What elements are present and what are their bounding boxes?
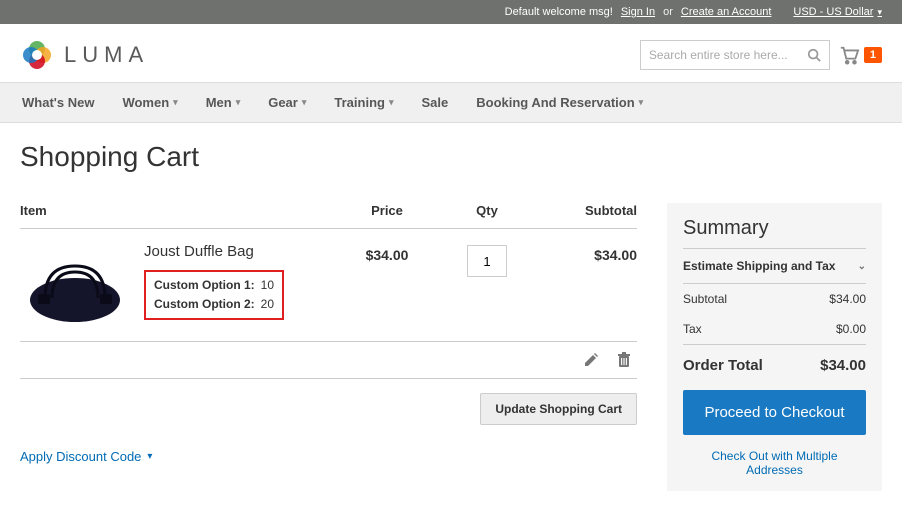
logo-icon	[20, 38, 54, 72]
trash-icon[interactable]	[617, 352, 631, 368]
option-label: Custom Option 1:	[154, 276, 255, 295]
search-input[interactable]	[649, 48, 807, 62]
order-total-value: $34.00	[820, 357, 866, 374]
item-price: $34.00	[337, 243, 437, 333]
col-price-header: Price	[337, 203, 437, 218]
chevron-down-icon: ▾	[389, 97, 394, 108]
chevron-down-icon: ⌄	[858, 261, 866, 272]
welcome-msg: Default welcome msg!	[505, 6, 613, 18]
signin-link[interactable]: Sign In	[621, 6, 655, 18]
page-title: Shopping Cart	[20, 141, 882, 173]
logo[interactable]: LUMA	[20, 38, 149, 72]
cart-item-row: Joust Duffle Bag Custom Option 1: 10 Cus…	[20, 229, 637, 342]
minicart[interactable]: 1	[838, 45, 882, 65]
nav-booking[interactable]: Booking And Reservation▾	[462, 83, 657, 122]
option-value: 10	[261, 276, 274, 295]
cart-count-badge: 1	[864, 47, 882, 63]
col-item-header: Item	[20, 203, 337, 218]
col-qty-header: Qty	[437, 203, 537, 218]
nav-sale[interactable]: Sale	[407, 83, 462, 122]
currency-switcher[interactable]: USD - US Dollar ▾	[793, 6, 882, 18]
estimate-shipping-toggle[interactable]: Estimate Shipping and Tax ⌄	[683, 248, 866, 284]
cart-header-row: Item Price Qty Subtotal	[20, 203, 637, 229]
col-subtotal-header: Subtotal	[537, 203, 637, 218]
or-text: or	[663, 6, 673, 18]
subtotal-label: Subtotal	[683, 292, 727, 306]
nav-men[interactable]: Men▾	[192, 83, 255, 122]
summary-panel: Summary Estimate Shipping and Tax ⌄ Subt…	[667, 203, 882, 491]
chevron-down-icon: ▾	[173, 97, 178, 108]
chevron-down-icon: ▾	[302, 97, 307, 108]
cart-icon	[838, 45, 860, 65]
custom-options-box: Custom Option 1: 10 Custom Option 2: 20	[144, 270, 284, 320]
summary-title: Summary	[683, 217, 866, 240]
chevron-down-icon: ▾	[877, 7, 882, 18]
logo-text: LUMA	[64, 42, 149, 68]
multi-address-link[interactable]: Check Out with Multiple Addresses	[683, 449, 866, 477]
nav-whats-new[interactable]: What's New	[8, 83, 108, 122]
chevron-down-icon: ▾	[639, 97, 644, 108]
search-icon[interactable]	[807, 48, 821, 62]
nav-women[interactable]: Women▾	[108, 83, 191, 122]
item-subtotal: $34.00	[537, 243, 637, 333]
subtotal-value: $34.00	[829, 292, 866, 306]
nav-gear[interactable]: Gear▾	[254, 83, 320, 122]
top-bar: Default welcome msg! Sign In or Create a…	[0, 0, 902, 24]
search-box[interactable]	[640, 40, 830, 70]
create-account-link[interactable]: Create an Account	[681, 6, 772, 18]
summary-tax-row: Tax $0.00	[683, 314, 866, 345]
summary-subtotal-row: Subtotal $34.00	[683, 284, 866, 314]
product-name[interactable]: Joust Duffle Bag	[144, 243, 337, 260]
apply-discount-toggle[interactable]: Apply Discount Code ▾	[20, 449, 637, 464]
item-actions	[20, 342, 637, 379]
product-image[interactable]	[20, 243, 130, 333]
option-value: 20	[261, 295, 274, 314]
chevron-down-icon: ▾	[236, 97, 241, 108]
nav-training[interactable]: Training▾	[320, 83, 407, 122]
edit-icon[interactable]	[583, 352, 599, 368]
option-label: Custom Option 2:	[154, 295, 255, 314]
qty-input[interactable]	[467, 245, 507, 277]
header: LUMA 1	[0, 24, 902, 82]
update-cart-button[interactable]: Update Shopping Cart	[480, 393, 637, 425]
order-total-label: Order Total	[683, 357, 763, 374]
main-nav: What's New Women▾ Men▾ Gear▾ Training▾ S…	[0, 82, 902, 123]
tax-value: $0.00	[836, 322, 866, 336]
chevron-down-icon: ▾	[147, 451, 152, 462]
tax-label: Tax	[683, 322, 702, 336]
order-total-row: Order Total $34.00	[683, 345, 866, 390]
proceed-checkout-button[interactable]: Proceed to Checkout	[683, 390, 866, 435]
